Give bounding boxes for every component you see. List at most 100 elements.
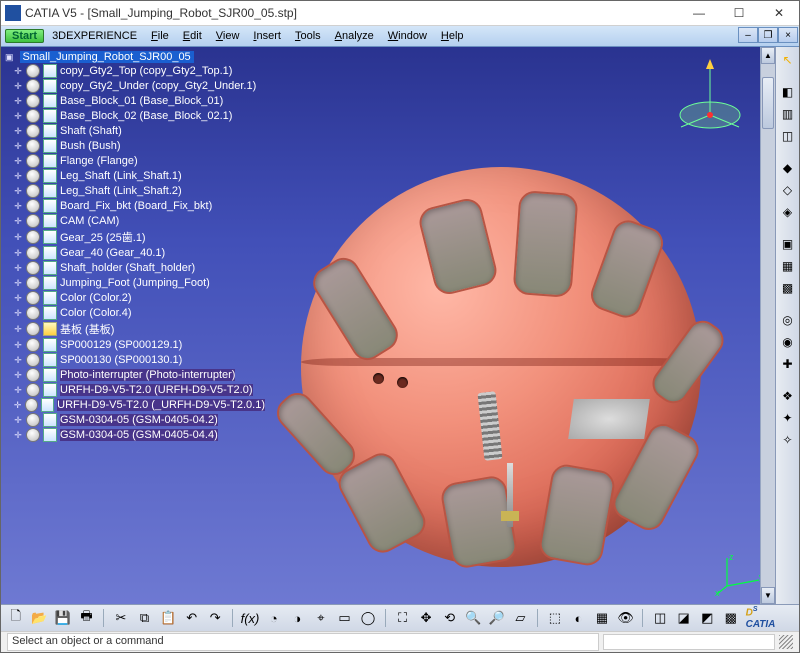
expander-icon[interactable]: ✛	[13, 96, 23, 107]
tool-icon-13[interactable]: ❖	[779, 387, 797, 405]
close-button[interactable]: ✕	[759, 1, 799, 25]
tool-icon-10[interactable]: ◎	[779, 311, 797, 329]
wireframe-icon[interactable]: ▦	[593, 609, 611, 627]
zoom-in-icon[interactable]: 🔍	[464, 609, 482, 627]
tree-item-label[interactable]: URFH-D9-V5-T2.0 (_URFH-D9-V5-T2.0.1)	[57, 399, 265, 411]
tree-item[interactable]: ✛SP000130 (SP000130.1)	[5, 353, 265, 367]
redo-icon[interactable]: ↷	[206, 609, 224, 627]
tool-b3[interactable]: ⌖	[312, 609, 330, 627]
minimize-button[interactable]: —	[679, 1, 719, 25]
tree-item-label[interactable]: SP000129 (SP000129.1)	[60, 339, 182, 351]
expander-icon[interactable]: ✛	[13, 385, 23, 396]
tree-item-label[interactable]: Base_Block_02 (Base_Block_02.1)	[60, 110, 232, 122]
tool-b12[interactable]: ◩	[698, 609, 716, 627]
save-icon[interactable]: 💾	[54, 609, 72, 627]
tree-item[interactable]: ✛Leg_Shaft (Link_Shaft.1)	[5, 169, 265, 183]
tree-item[interactable]: ✛ URFH-D9-V5-T2.0 (URFH-D9-V5-T2.0)	[5, 383, 265, 397]
expander-icon[interactable]: ✛	[13, 126, 23, 137]
tool-b5[interactable]: ◯	[359, 609, 377, 627]
menu-tools[interactable]: Tools	[289, 29, 327, 43]
menu-window[interactable]: Window	[382, 29, 433, 43]
menu-start[interactable]: Start	[5, 29, 44, 43]
viewport-scrollbar[interactable]: ▲ ▼	[760, 47, 775, 604]
tree-item-label[interactable]: Jumping_Foot (Jumping_Foot)	[60, 277, 210, 289]
tool-icon-11[interactable]: ◉	[779, 333, 797, 351]
maximize-button[interactable]: ☐	[719, 1, 759, 25]
tree-item-label[interactable]: Photo-interrupter (Photo-interrupter)	[60, 369, 235, 381]
open-icon[interactable]: 📂	[31, 609, 49, 627]
tree-item-label[interactable]: Leg_Shaft (Link_Shaft.2)	[60, 185, 182, 197]
tree-item[interactable]: ✛ 基板 (基板)	[5, 321, 265, 337]
expander-icon[interactable]: ✛	[13, 81, 23, 92]
select-arrow-icon[interactable]: ↖	[779, 51, 797, 69]
tool-icon-3[interactable]: ◫	[779, 127, 797, 145]
tool-icon-15[interactable]: ✧	[779, 431, 797, 449]
expander-icon[interactable]: ✛	[13, 308, 23, 319]
tree-item[interactable]: ✛GSM-0304-05 (GSM-0405-04.2)	[5, 413, 265, 427]
tool-icon-14[interactable]: ✦	[779, 409, 797, 427]
tree-item-label[interactable]: GSM-0304-05 (GSM-0405-04.4)	[60, 429, 218, 441]
scroll-down-button[interactable]: ▼	[761, 587, 775, 604]
tree-item[interactable]: ✛ Jumping_Foot (Jumping_Foot)	[5, 276, 265, 290]
menu-view[interactable]: View	[210, 29, 246, 43]
menu-3dexperience[interactable]: 3DEXPERIENCE	[46, 29, 143, 43]
hide-show-icon[interactable]: 👁	[617, 609, 635, 627]
tree-item[interactable]: ✛ SP000129 (SP000129.1)	[5, 338, 265, 352]
spec-tree[interactable]: ▣ Small_Jumping_Robot_SJR00_05 ✛copy_Gty…	[5, 51, 265, 598]
copy-icon[interactable]: ⧉	[136, 609, 154, 627]
menu-edit[interactable]: Edit	[177, 29, 208, 43]
cut-icon[interactable]: ✂	[112, 609, 130, 627]
tool-icon-5[interactable]: ◇	[779, 181, 797, 199]
tree-item-label[interactable]: Gear_25 (25歯.1)	[60, 229, 146, 245]
tree-item[interactable]: ✛Color (Color.2)	[5, 291, 265, 305]
expander-icon[interactable]: ✛	[13, 340, 23, 351]
tree-item[interactable]: ✛GSM-0304-05 (GSM-0405-04.4)	[5, 428, 265, 442]
tree-item-label[interactable]: Gear_40 (Gear_40.1)	[60, 247, 165, 259]
expander-icon[interactable]: ✛	[13, 370, 23, 381]
3d-viewport[interactable]: ▣ Small_Jumping_Robot_SJR00_05 ✛copy_Gty…	[1, 47, 775, 604]
expander-icon[interactable]: ✛	[13, 216, 23, 227]
tool-b13[interactable]: ▩	[722, 609, 740, 627]
tree-item-label[interactable]: Bush (Bush)	[60, 140, 121, 152]
tool-b4[interactable]: ▭	[336, 609, 354, 627]
undo-icon[interactable]: ↶	[183, 609, 201, 627]
tool-icon-8[interactable]: ▦	[779, 257, 797, 275]
tool-icon-12[interactable]: ✚	[779, 355, 797, 373]
expander-icon[interactable]: ✛	[13, 278, 23, 289]
menu-help[interactable]: Help	[435, 29, 470, 43]
tree-item-label[interactable]: 基板 (基板)	[60, 321, 114, 337]
expander-icon[interactable]: ✛	[13, 156, 23, 167]
tree-item-label[interactable]: URFH-D9-V5-T2.0 (URFH-D9-V5-T2.0)	[60, 384, 253, 396]
fit-all-icon[interactable]: ⛶	[394, 609, 412, 627]
expander-icon[interactable]: ✛	[13, 415, 23, 426]
resize-grip-icon[interactable]	[779, 635, 793, 649]
tree-item[interactable]: ✛Color (Color.4)	[5, 306, 265, 320]
tree-item-label[interactable]: Shaft (Shaft)	[60, 125, 122, 137]
tree-item[interactable]: ✛ Bush (Bush)	[5, 139, 265, 153]
tool-icon-9[interactable]: ▩	[779, 279, 797, 297]
tree-item-label[interactable]: SP000130 (SP000130.1)	[60, 354, 182, 366]
status-prompt[interactable]: Select an object or a command	[7, 633, 599, 651]
view-compass[interactable]	[673, 57, 747, 139]
tree-item[interactable]: ✛URFH-D9-V5-T2.0 (_URFH-D9-V5-T2.0.1)	[5, 398, 265, 412]
tree-item-label[interactable]: copy_Gty2_Top (copy_Gty2_Top.1)	[60, 65, 232, 77]
tree-item-label[interactable]: Leg_Shaft (Link_Shaft.1)	[60, 170, 182, 182]
tree-item-label[interactable]: Base_Block_01 (Base_Block_01)	[60, 95, 223, 107]
mdi-minimize-button[interactable]: –	[738, 27, 758, 43]
tree-item[interactable]: ✛ Shaft (Shaft)	[5, 124, 265, 138]
scroll-thumb[interactable]	[762, 77, 774, 129]
menu-insert[interactable]: Insert	[247, 29, 287, 43]
tree-item[interactable]: ✛Leg_Shaft (Link_Shaft.2)	[5, 184, 265, 198]
tree-item-label[interactable]: Shaft_holder (Shaft_holder)	[60, 262, 195, 274]
tree-item[interactable]: ✛Flange (Flange)	[5, 154, 265, 168]
expander-icon[interactable]: ✛	[13, 324, 23, 335]
mdi-restore-button[interactable]: ❐	[758, 27, 778, 43]
expander-icon[interactable]: ✛	[13, 232, 23, 243]
expander-icon[interactable]: ✛	[13, 141, 23, 152]
tree-item[interactable]: ✛CAM (CAM)	[5, 214, 265, 228]
tool-icon-6[interactable]: ◈	[779, 203, 797, 221]
tool-b1[interactable]: ◔	[265, 609, 283, 627]
expander-icon[interactable]: ✛	[13, 201, 23, 212]
tool-icon-4[interactable]: ◆	[779, 159, 797, 177]
tool-b11[interactable]: ◪	[675, 609, 693, 627]
